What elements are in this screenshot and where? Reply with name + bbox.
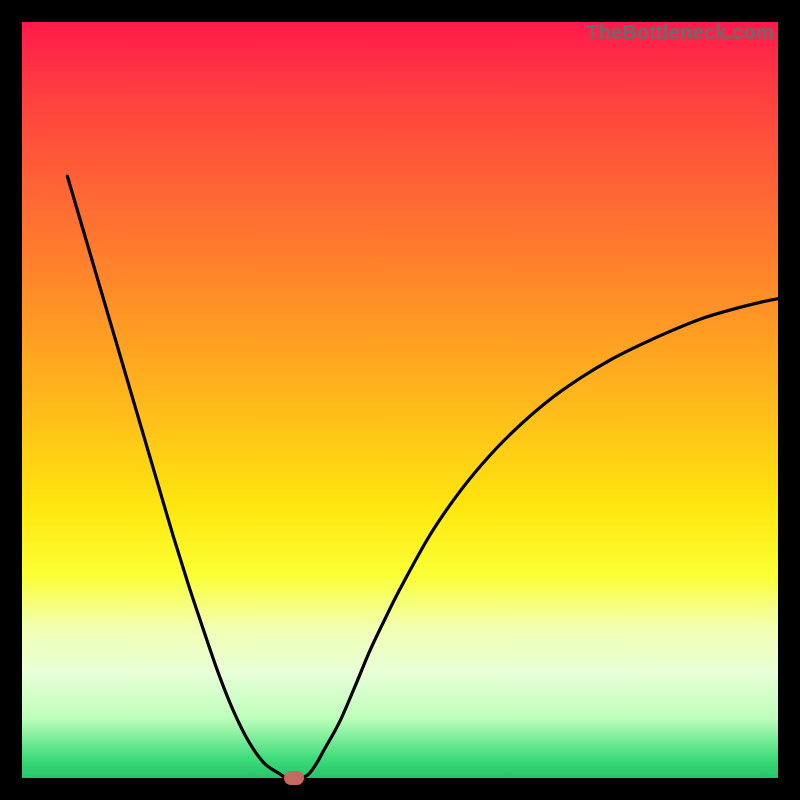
optimal-point-marker: [284, 771, 304, 785]
bottleneck-curve: [22, 22, 778, 778]
plot-area: TheBottleneck.com: [22, 22, 778, 778]
chart-frame: TheBottleneck.com: [0, 0, 800, 800]
